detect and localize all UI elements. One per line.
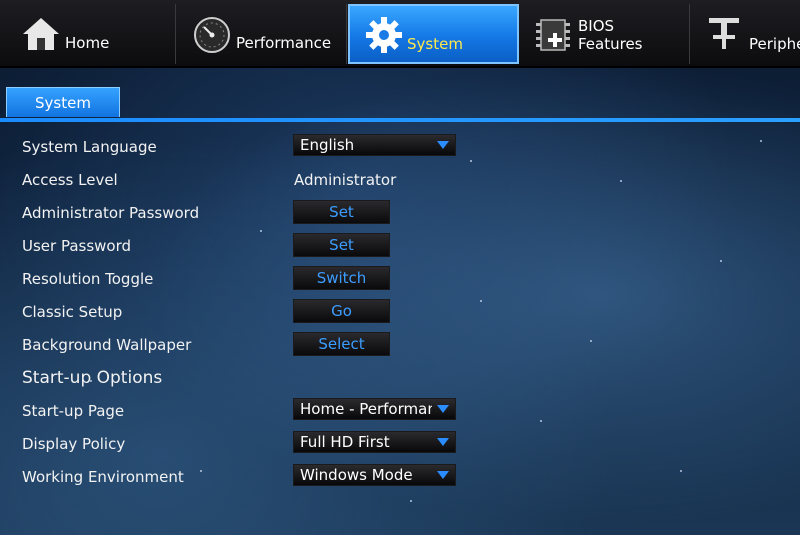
display-policy-dropdown[interactable]: Full HD First <box>293 431 456 453</box>
chevron-down-icon <box>437 405 449 413</box>
working-environment-label: Working Environment <box>22 468 184 486</box>
startup-page-value: Home - Performance <box>300 400 432 418</box>
tab-peripherals[interactable]: Peripherals <box>691 4 800 64</box>
tab-peripherals-label: Peripherals <box>749 35 800 53</box>
chevron-down-icon <box>437 141 449 149</box>
system-language-value: English <box>300 136 355 154</box>
top-navigation: Home Performance System BIOS Features Pe… <box>0 0 800 68</box>
chevron-down-icon <box>437 438 449 446</box>
classic-setup-go-button[interactable]: Go <box>293 299 390 323</box>
resolution-toggle-label: Resolution Toggle <box>22 270 154 288</box>
tab-bios-label-line2: Features <box>578 35 643 53</box>
peripheral-icon <box>709 18 739 49</box>
working-environment-value: Windows Mode <box>300 466 413 484</box>
startup-page-dropdown[interactable]: Home - Performance <box>293 398 456 420</box>
starfield-background <box>0 0 800 535</box>
working-environment-dropdown[interactable]: Windows Mode <box>293 464 456 486</box>
admin-password-set-button[interactable]: Set <box>293 200 390 224</box>
house-icon <box>23 18 59 50</box>
subtab-system[interactable]: System <box>6 87 120 117</box>
tab-performance[interactable]: Performance <box>177 4 347 64</box>
startup-options-heading: Start-up Options <box>22 368 163 388</box>
display-policy-value: Full HD First <box>300 433 390 451</box>
wallpaper-select-button[interactable]: Select <box>293 332 390 356</box>
background-wallpaper-label: Background Wallpaper <box>22 336 192 354</box>
startup-page-label: Start-up Page <box>22 402 125 420</box>
classic-setup-label: Classic Setup <box>22 303 123 321</box>
tab-system[interactable]: System <box>348 4 519 64</box>
subtab-underline <box>0 118 800 122</box>
tab-performance-label: Performance <box>236 34 332 52</box>
access-level-label: Access Level <box>22 171 118 189</box>
display-policy-label: Display Policy <box>22 435 126 453</box>
user-password-set-button[interactable]: Set <box>293 233 390 257</box>
system-language-label: System Language <box>22 138 157 156</box>
user-password-label: User Password <box>22 237 132 255</box>
tab-home-label: Home <box>65 34 110 52</box>
tab-home[interactable]: Home <box>0 4 176 64</box>
chip-icon <box>536 19 570 51</box>
admin-password-label: Administrator Password <box>22 204 200 222</box>
tab-bios-label-line1: BIOS <box>578 17 615 35</box>
gauge-icon <box>194 17 230 53</box>
gear-icon <box>366 17 402 53</box>
system-language-dropdown[interactable]: English <box>293 134 456 156</box>
chevron-down-icon <box>437 471 449 479</box>
resolution-switch-button[interactable]: Switch <box>293 266 390 290</box>
tab-system-label: System <box>407 35 463 53</box>
tab-bios-features[interactable]: BIOS Features <box>520 4 690 64</box>
access-level-value: Administrator <box>294 171 397 189</box>
